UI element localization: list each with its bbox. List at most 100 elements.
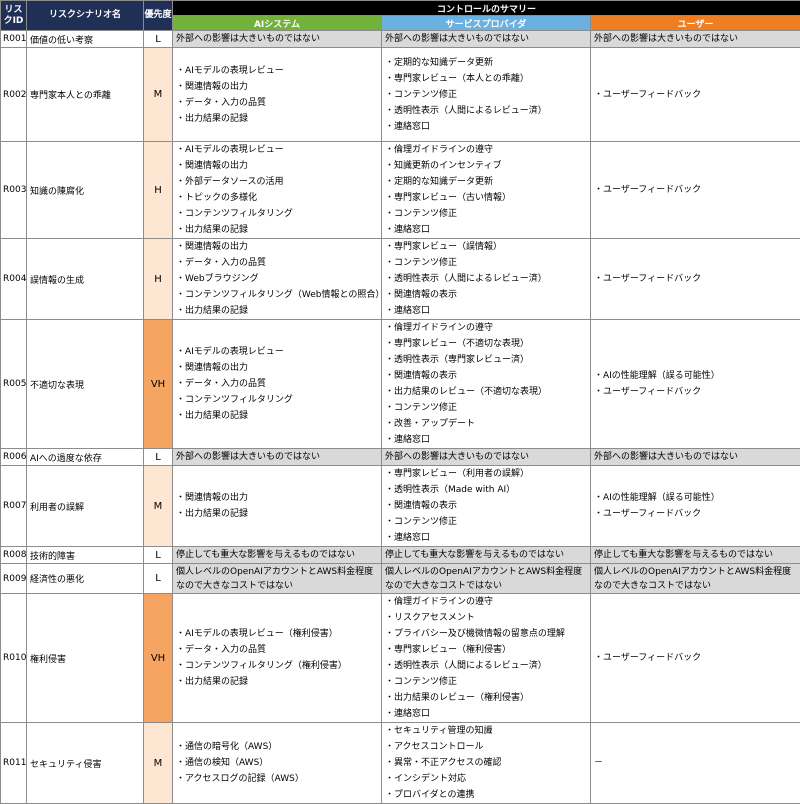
table-row: R007利用者の誤解M・関連情報の出力・出力結果の記録・専門家レビュー（利用者の… bbox=[1, 466, 800, 547]
control-item: ・トピックの多様化 bbox=[176, 190, 378, 206]
summary-text: 外部への影響は大きいものではない bbox=[385, 449, 587, 465]
control-list: ・AIの性能理解（誤る可能性）・ユーザーフィードバック bbox=[594, 368, 797, 400]
service-provider-controls: ・専門家レビュー（誤情報）・コンテンツ修正・透明性表示（人間によるレビュー済）・… bbox=[382, 239, 591, 320]
control-item: ・異常・不正アクセスの確認 bbox=[385, 755, 587, 771]
control-item: ・関連情報の表示 bbox=[385, 498, 587, 514]
user-controls: ・ユーザーフィードバック bbox=[591, 48, 800, 142]
user-controls: ・ユーザーフィードバック bbox=[591, 594, 800, 723]
user-controls: 停止しても重大な影響を与えるものではない bbox=[591, 547, 800, 564]
control-item: ・リスクアセスメント bbox=[385, 610, 587, 626]
control-list: ・関連情報の出力・出力結果の記録 bbox=[176, 490, 378, 522]
control-item: ・AIモデルの表現レビュー bbox=[176, 142, 378, 158]
priority-badge: M bbox=[144, 723, 173, 804]
priority-badge: VH bbox=[144, 594, 173, 723]
user-controls: － bbox=[591, 723, 800, 804]
control-item: ・外部データソースの活用 bbox=[176, 174, 378, 190]
control-item: ・ユーザーフィードバック bbox=[594, 271, 797, 287]
control-item: ・知識更新のインセンティブ bbox=[385, 158, 587, 174]
control-list: ・ユーザーフィードバック bbox=[594, 87, 797, 103]
table-row: R001価値の低い考察L外部への影響は大きいものではない外部への影響は大きいもの… bbox=[1, 31, 800, 48]
risk-id: R009 bbox=[1, 564, 27, 594]
control-list: ・専門家レビュー（利用者の誤解）・透明性表示（Made with AI）・関連情… bbox=[385, 466, 587, 546]
control-item: ・ユーザーフィードバック bbox=[594, 384, 797, 400]
control-item: ・データ・入力の品質 bbox=[176, 255, 378, 271]
risk-id: R010 bbox=[1, 594, 27, 723]
control-list: ・通信の暗号化（AWS）・通信の検知（AWS）・アクセスログの記録（AWS） bbox=[176, 739, 378, 787]
header-user: ユーザー bbox=[591, 16, 800, 31]
control-list: ・専門家レビュー（誤情報）・コンテンツ修正・透明性表示（人間によるレビュー済）・… bbox=[385, 239, 587, 319]
control-item: ・AIモデルの表現レビュー（権利侵害） bbox=[176, 626, 378, 642]
control-item: ・透明性表示（人間によるレビュー済） bbox=[385, 658, 587, 674]
control-item: ・関連情報の出力 bbox=[176, 490, 378, 506]
control-item: ・AIモデルの表現レビュー bbox=[176, 344, 378, 360]
priority-badge: M bbox=[144, 48, 173, 142]
control-item: ・倫理ガイドラインの遵守 bbox=[385, 320, 587, 336]
risk-scenario-name: 価値の低い考察 bbox=[27, 31, 144, 48]
control-item: ・コンテンツ修正 bbox=[385, 206, 587, 222]
control-item: ・関連情報の表示 bbox=[385, 287, 587, 303]
ai-system-controls: 外部への影響は大きいものではない bbox=[173, 449, 382, 466]
risk-scenario-name: 誤情報の生成 bbox=[27, 239, 144, 320]
control-list: ・ユーザーフィードバック bbox=[594, 182, 797, 198]
summary-text: 外部への影響は大きいものではない bbox=[176, 31, 378, 47]
control-item: ・プロバイダとの連携 bbox=[385, 787, 587, 803]
control-item: ・連絡窓口 bbox=[385, 119, 587, 135]
control-list: － bbox=[594, 755, 797, 771]
risk-scenario-name: セキュリティ侵害 bbox=[27, 723, 144, 804]
ai-system-controls: ・通信の暗号化（AWS）・通信の検知（AWS）・アクセスログの記録（AWS） bbox=[173, 723, 382, 804]
control-item: ・出力結果の記録 bbox=[176, 111, 378, 127]
risk-scenario-name: 権利侵害 bbox=[27, 594, 144, 723]
control-item: ・プライバシー及び機微情報の留意点の理解 bbox=[385, 626, 587, 642]
ai-system-controls: 個人レベルのOpenAIアカウントとAWS料金程度なので大きなコストではない bbox=[173, 564, 382, 594]
control-item: ・専門家レビュー（誤情報） bbox=[385, 239, 587, 255]
ai-system-controls: ・AIモデルの表現レビュー・関連情報の出力・データ・入力の品質・コンテンツフィル… bbox=[173, 320, 382, 449]
control-item: ・データ・入力の品質 bbox=[176, 642, 378, 658]
control-item: ・定期的な知識データ更新 bbox=[385, 55, 587, 71]
service-provider-controls: 停止しても重大な影響を与えるものではない bbox=[382, 547, 591, 564]
ai-system-controls: 停止しても重大な影響を与えるものではない bbox=[173, 547, 382, 564]
risk-scenario-name: 利用者の誤解 bbox=[27, 466, 144, 547]
control-item: ・専門家レビュー（不適切な表現） bbox=[385, 336, 587, 352]
summary-text: 個人レベルのOpenAIアカウントとAWS料金程度なので大きなコストではない bbox=[594, 565, 797, 593]
header-priority: 優先度 bbox=[144, 1, 173, 31]
control-item: ・倫理ガイドラインの遵守 bbox=[385, 594, 587, 610]
service-provider-controls: ・倫理ガイドラインの遵守・リスクアセスメント・プライバシー及び機微情報の留意点の… bbox=[382, 594, 591, 723]
control-list: ・AIモデルの表現レビュー・関連情報の出力・外部データソースの活用・トピックの多… bbox=[176, 142, 378, 238]
ai-system-controls: ・AIモデルの表現レビュー・関連情報の出力・データ・入力の品質・出力結果の記録 bbox=[173, 48, 382, 142]
risk-scenario-name: 知識の陳腐化 bbox=[27, 142, 144, 239]
control-item: ・AIの性能理解（誤る可能性） bbox=[594, 490, 797, 506]
risk-scenario-name: AIへの過度な依存 bbox=[27, 449, 144, 466]
table-row: R006AIへの過度な依存L外部への影響は大きいものではない外部への影響は大きい… bbox=[1, 449, 800, 466]
risk-id: R002 bbox=[1, 48, 27, 142]
priority-badge: L bbox=[144, 31, 173, 48]
header-scenario-name: リスクシナリオ名 bbox=[27, 1, 144, 31]
user-controls: ・AIの性能理解（誤る可能性）・ユーザーフィードバック bbox=[591, 320, 800, 449]
risk-id: R006 bbox=[1, 449, 27, 466]
user-controls: 個人レベルのOpenAIアカウントとAWS料金程度なので大きなコストではない bbox=[591, 564, 800, 594]
risk-id: R005 bbox=[1, 320, 27, 449]
service-provider-controls: ・セキュリティ管理の知識・アクセスコントロール・異常・不正アクセスの確認・インシ… bbox=[382, 723, 591, 804]
risk-id: R007 bbox=[1, 466, 27, 547]
ai-system-controls: ・関連情報の出力・出力結果の記録 bbox=[173, 466, 382, 547]
control-list: ・関連情報の出力・データ・入力の品質・Webブラウジング・コンテンツフィルタリン… bbox=[176, 239, 378, 319]
control-item: ・通信の暗号化（AWS） bbox=[176, 739, 378, 755]
control-item: ・出力結果の記録 bbox=[176, 506, 378, 522]
table-row: R003知識の陳腐化H・AIモデルの表現レビュー・関連情報の出力・外部データソー… bbox=[1, 142, 800, 239]
user-controls: 外部への影響は大きいものではない bbox=[591, 449, 800, 466]
risk-id: R003 bbox=[1, 142, 27, 239]
control-list: ・ユーザーフィードバック bbox=[594, 650, 797, 666]
control-item: ・関連情報の出力 bbox=[176, 360, 378, 376]
control-item: ・出力結果のレビュー（権利侵害） bbox=[385, 690, 587, 706]
control-item: ・連絡窓口 bbox=[385, 706, 587, 722]
control-item: ・改善・アップデート bbox=[385, 416, 587, 432]
summary-text: 外部への影響は大きいものではない bbox=[385, 31, 587, 47]
table-row: R008技術的障害L停止しても重大な影響を与えるものではない停止しても重大な影響… bbox=[1, 547, 800, 564]
control-item: ・AIの性能理解（誤る可能性） bbox=[594, 368, 797, 384]
control-item: ・透明性表示（人間によるレビュー済） bbox=[385, 103, 587, 119]
control-item: ・出力結果の記録 bbox=[176, 408, 378, 424]
user-controls: ・AIの性能理解（誤る可能性）・ユーザーフィードバック bbox=[591, 466, 800, 547]
control-item: ・データ・入力の品質 bbox=[176, 376, 378, 392]
priority-badge: L bbox=[144, 564, 173, 594]
table-row: R002専門家本人との乖離M・AIモデルの表現レビュー・関連情報の出力・データ・… bbox=[1, 48, 800, 142]
summary-text: 外部への影響は大きいものではない bbox=[594, 449, 797, 465]
